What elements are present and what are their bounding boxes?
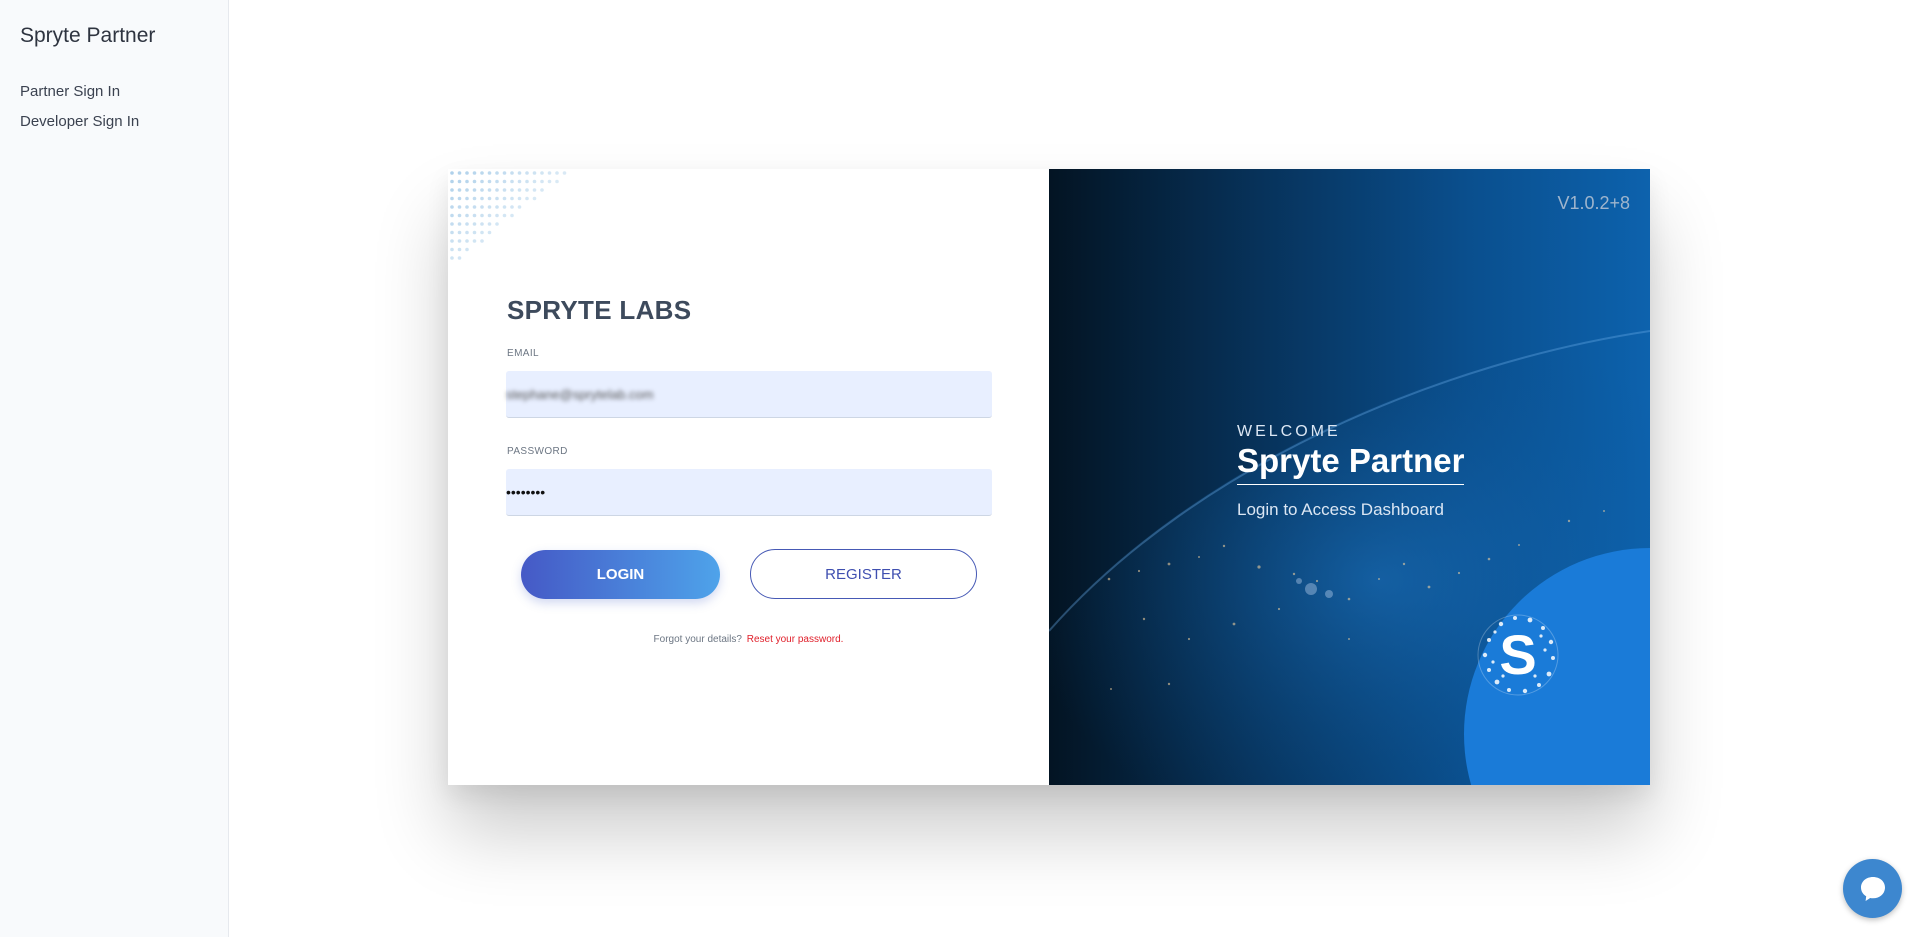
sidebar-item-developer-sign-in[interactable]: Developer Sign In — [20, 113, 228, 130]
welcome-title: Spryte Partner — [1237, 442, 1465, 485]
reset-password-link[interactable]: Reset your password. — [747, 634, 844, 645]
login-button[interactable]: LOGIN — [521, 550, 720, 599]
email-label: EMAIL — [507, 348, 540, 359]
sidebar-item-partner-sign-in[interactable]: Partner Sign In — [20, 83, 228, 100]
password-value: •••••••• — [506, 484, 546, 500]
forgot-text: Forgot your details? — [653, 634, 742, 645]
welcome-label: WELCOME — [1237, 423, 1341, 440]
password-field[interactable]: •••••••• — [506, 469, 992, 516]
dot-pattern-decoration — [450, 171, 567, 260]
chat-bubble-icon — [1860, 876, 1885, 901]
chat-widget-button[interactable] — [1843, 859, 1902, 918]
email-value: stephane@sprytelab.com — [506, 386, 654, 402]
welcome-panel: V1.0.2+8 WELCOME Spryte Partner Login to… — [1049, 169, 1650, 785]
sidebar-brand: Spryte Partner — [20, 24, 156, 47]
email-field[interactable]: stephane@sprytelab.com — [506, 371, 992, 418]
forgot-details: Forgot your details? Reset your password… — [448, 634, 1049, 645]
org-title: SPRYTE LABS — [507, 295, 692, 325]
svg-text:S: S — [1499, 623, 1536, 686]
password-label: PASSWORD — [507, 446, 568, 457]
welcome-subtitle: Login to Access Dashboard — [1237, 500, 1444, 519]
register-button[interactable]: REGISTER — [750, 549, 977, 599]
app-version: V1.0.2+8 — [1557, 193, 1630, 213]
login-card: SPRYTE LABS EMAIL stephane@sprytelab.com… — [448, 169, 1650, 785]
login-panel: SPRYTE LABS EMAIL stephane@sprytelab.com… — [448, 169, 1049, 785]
spryte-s-logo-icon: S — [1475, 610, 1561, 705]
sidebar: Spryte Partner Partner Sign In Developer… — [0, 0, 229, 937]
